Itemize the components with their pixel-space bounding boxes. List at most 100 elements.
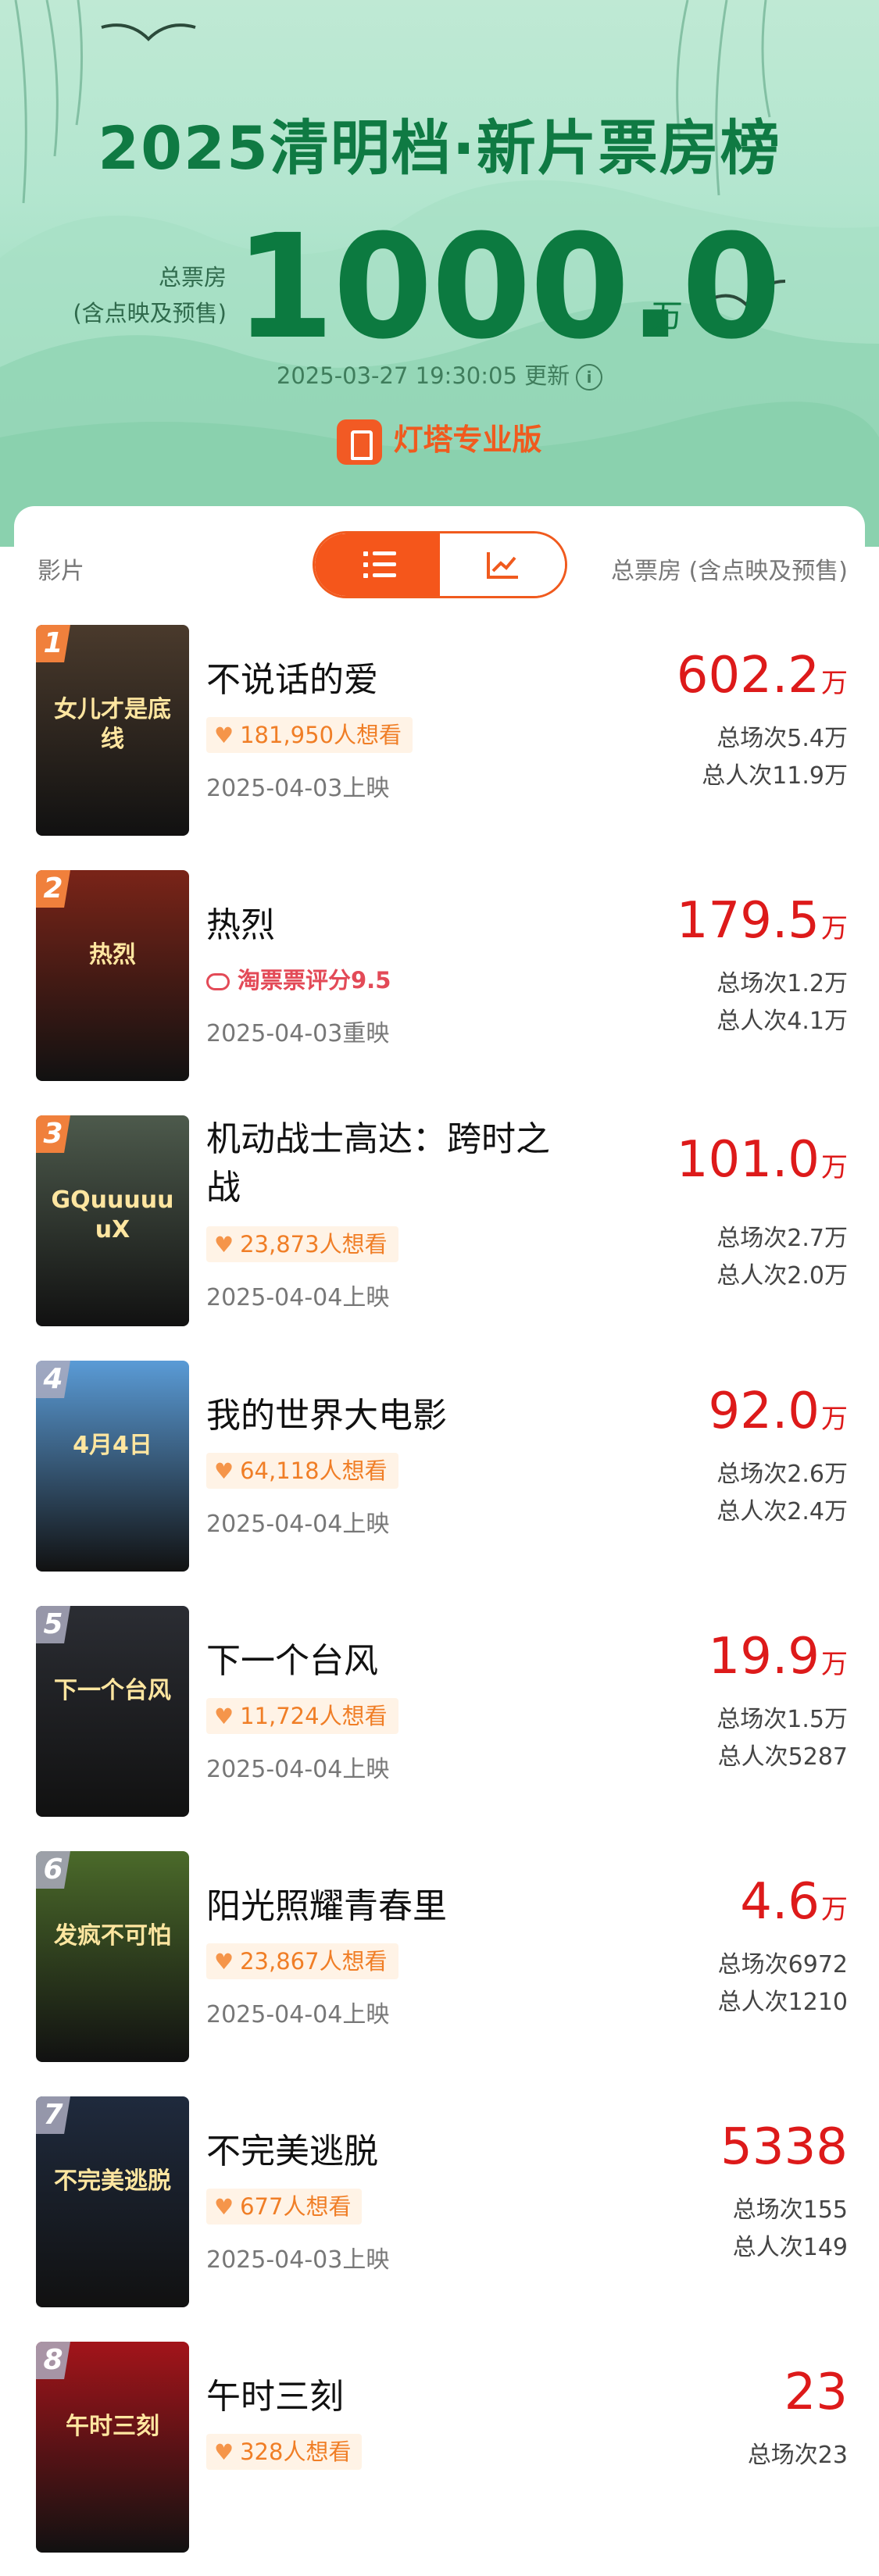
poster-text: 发疯不可怕: [54, 1922, 171, 1950]
poster-text: GQuuuuuuX: [51, 1186, 174, 1243]
box-office-unit: 万: [821, 1152, 848, 1183]
total-label-line2: (含点映及预售): [73, 300, 227, 326]
tag-text: 181,950人想看: [240, 722, 402, 748]
release-date: 2025-04-04上映: [206, 2001, 390, 2028]
heart-icon: ♥: [214, 1704, 234, 1729]
info-icon[interactable]: i: [576, 364, 603, 391]
total-shows: 总场次2.7万: [716, 1225, 848, 1252]
tag-text: 淘票票评分9.5: [238, 967, 391, 994]
total-shows: 总场次2.6万: [716, 1461, 848, 1488]
movie-row[interactable]: 热烈 2 热烈淘票票评分9.5 2025-04-03重映 179.5万总场次1.2万 总人…: [14, 870, 865, 1104]
release-date: 2025-04-03重映: [206, 1020, 390, 1047]
brand-name: 灯塔专业版: [393, 423, 542, 457]
box-office-value: 602.2万: [677, 647, 848, 705]
movie-row[interactable]: 4月4日 4 我的世界大电影 ♥ 64,118人想看 2025-04-04上映 92.0万总…: [14, 1361, 865, 1595]
heart-icon: ♥: [214, 1458, 234, 1484]
movie-title[interactable]: 下一个台风: [206, 1637, 573, 1686]
tag-text: 677人想看: [240, 2193, 352, 2220]
release-date: 2025-04-03上映: [206, 775, 390, 802]
release-date: 2025-04-04上映: [206, 1511, 390, 1538]
tag-text: 328人想看: [240, 2439, 352, 2465]
update-time: 2025-03-27 19:30:05 更新 i: [0, 358, 879, 391]
header-banner: 2025清明档·新片票房榜 总票房 (含点映及预售) 1000.0 万 2025…: [0, 0, 879, 547]
movie-title[interactable]: 午时三刻: [206, 2373, 573, 2421]
box-office-unit: 万: [821, 1649, 848, 1680]
movie-row[interactable]: 午时三刻 8 午时三刻 ♥ 328人想看 23 总场次23: [14, 2342, 865, 2576]
box-office-number: 602.2: [676, 647, 820, 705]
tag-text: 11,724人想看: [240, 1703, 388, 1729]
movie-row[interactable]: 发疯不可怕 6 阳光照耀青春里 ♥ 23,867人想看 2025-04-04上映 4.6万总…: [14, 1851, 865, 2085]
brand: 灯塔专业版: [0, 416, 879, 465]
rank-badge: 3: [36, 1115, 70, 1153]
box-office-unit: 万: [821, 668, 848, 699]
update-time-text: 2025-03-27 19:30:05 更新: [276, 362, 570, 389]
heart-icon: ♥: [214, 1949, 234, 1975]
total-viewers: 总人次4.1万: [716, 1008, 848, 1035]
movie-poster[interactable]: 发疯不可怕 6: [36, 1851, 189, 2062]
total-box-label: 总票房 (含点映及预售): [47, 259, 227, 331]
rank-badge: 1: [36, 625, 70, 662]
total-viewers: 总人次11.9万: [702, 762, 848, 790]
rank-badge: 7: [36, 2096, 70, 2134]
movie-poster[interactable]: 4月4日 4: [36, 1361, 189, 1572]
movie-title[interactable]: 热烈: [206, 901, 573, 950]
total-viewers: 总人次1210: [717, 1989, 848, 2016]
box-office-value: 4.6万: [740, 1873, 848, 1931]
view-toggle: [313, 531, 567, 598]
box-office-value: 5338: [720, 2118, 848, 2176]
total-shows: 总场次23: [747, 2442, 848, 2469]
movie-title[interactable]: 阳光照耀青春里: [206, 1882, 573, 1931]
rank-badge: 6: [36, 1851, 70, 1889]
ranking-list-card: 影片 总票房 (含点映及预售) 女儿才是底线 1 不说话的爱 ♥ 181,950人想看 2…: [14, 506, 865, 2553]
movie-poster[interactable]: GQuuuuuuX 3: [36, 1115, 189, 1326]
page-title: 2025清明档·新片票房榜: [98, 113, 781, 183]
rank-badge: 8: [36, 2342, 70, 2379]
movie-row[interactable]: 不完美逃脱 7 不完美逃脱 ♥ 677人想看 2025-04-03上映 5338 总场次155…: [14, 2096, 865, 2331]
list-view-button[interactable]: [315, 533, 440, 596]
want-to-see-tag: ♥ 11,724人想看: [206, 1698, 398, 1734]
box-office-number: 23: [784, 2364, 848, 2421]
box-office-value: 179.5万: [677, 892, 848, 950]
total-viewers: 总人次2.0万: [716, 1262, 848, 1290]
tag-text: 23,867人想看: [240, 1948, 388, 1975]
poster-text: 不完美逃脱: [54, 2167, 171, 2195]
release-date: 2025-04-03上映: [206, 2246, 390, 2274]
box-office-value: 92.0万: [709, 1383, 849, 1440]
movie-title[interactable]: 机动战士高达：跨时之战: [206, 1115, 573, 1212]
want-to-see-tag: ♥ 23,867人想看: [206, 1943, 398, 1979]
movie-poster[interactable]: 下一个台风 5: [36, 1606, 189, 1817]
total-shows: 总场次6972: [717, 1951, 848, 1978]
lighthouse-logo-icon: [337, 419, 383, 465]
tag-text: 64,118人想看: [240, 1457, 388, 1484]
trend-chart-icon: [487, 552, 518, 579]
box-column-label: 总票房 (含点映及预售): [611, 558, 848, 585]
movie-title[interactable]: 不完美逃脱: [206, 2128, 573, 2176]
movie-title[interactable]: 不说话的爱: [206, 656, 573, 705]
total-box-value: 1000.0: [234, 204, 781, 371]
movie-title[interactable]: 我的世界大电影: [206, 1392, 573, 1440]
release-date: 2025-04-04上映: [206, 1284, 390, 1311]
box-office-value: 23: [784, 2364, 848, 2421]
movie-row[interactable]: 下一个台风 5 下一个台风 ♥ 11,724人想看 2025-04-04上映 19.9万 总场…: [14, 1606, 865, 1840]
movie-poster[interactable]: 午时三刻 8: [36, 2342, 189, 2553]
chart-view-button[interactable]: [440, 533, 565, 596]
want-to-see-tag: ♥ 181,950人想看: [206, 717, 413, 753]
movie-row[interactable]: GQuuuuuuX 3 机动战士高达：跨时之战 ♥ 23,873人想看 2025-04-0…: [14, 1115, 865, 1350]
heart-icon: ♥: [214, 2194, 234, 2220]
total-viewers: 总人次149: [732, 2234, 848, 2261]
box-office-value: 19.9万: [709, 1628, 849, 1686]
movie-poster[interactable]: 热烈 2: [36, 870, 189, 1081]
want-to-see-tag: ♥ 64,118人想看: [206, 1453, 398, 1489]
movie-row[interactable]: 女儿才是底线 1 不说话的爱 ♥ 181,950人想看 2025-04-03上映 602.2…: [14, 625, 865, 859]
heart-icon: ♥: [214, 2439, 234, 2465]
movie-poster[interactable]: 女儿才是底线 1: [36, 625, 189, 836]
movie-poster[interactable]: 不完美逃脱 7: [36, 2096, 189, 2307]
total-shows: 总场次1.2万: [716, 970, 848, 997]
want-to-see-tag: ♥ 328人想看: [206, 2434, 363, 2470]
box-office-number: 19.9: [708, 1628, 820, 1686]
box-office-number: 5338: [720, 2118, 848, 2176]
taopiaopiao-icon: [206, 973, 230, 990]
box-office-number: 179.5: [676, 892, 820, 950]
rating-tag: 淘票票评分9.5: [206, 962, 402, 998]
want-to-see-tag: ♥ 677人想看: [206, 2189, 363, 2225]
